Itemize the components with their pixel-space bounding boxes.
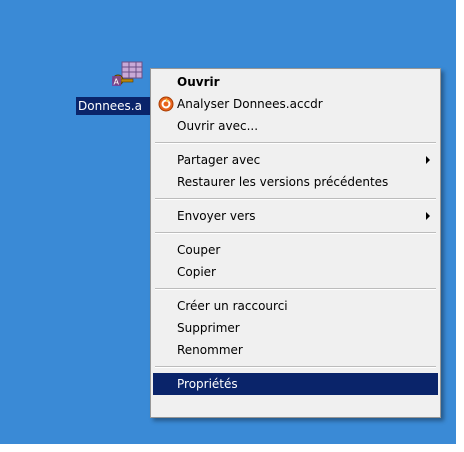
menu-item-label: Analyser Donnees.accdr: [177, 97, 323, 111]
menu-item-label: Créer un raccourci: [177, 299, 288, 313]
menu-item-label: Renommer: [177, 343, 243, 357]
menu-item-envoyer-vers[interactable]: Envoyer vers: [153, 205, 438, 227]
menu-separator: [155, 142, 436, 144]
menu-item-creer-un-raccourci[interactable]: Créer un raccourci: [153, 295, 438, 317]
menu-item-label: Couper: [177, 243, 221, 257]
menu-item-couper[interactable]: Couper: [153, 239, 438, 261]
menu-item-label: Propriétés: [177, 377, 238, 391]
menu-item-label: Envoyer vers: [177, 209, 256, 223]
menu-item-analyser-donnees-accdr[interactable]: Analyser Donnees.accdr: [153, 93, 438, 115]
menu-separator: [155, 232, 436, 234]
desktop: A Donnees.a Ouvrir Analyser Donnees.accdr…: [0, 0, 456, 444]
menu-separator: [155, 366, 436, 368]
menu-item-label: Partager avec: [177, 153, 261, 167]
menu-item-restaurer-les-versions-precedentes[interactable]: Restaurer les versions précédentes: [153, 171, 438, 193]
menu-item-label: Restaurer les versions précédentes: [177, 175, 389, 189]
menu-item-partager-avec[interactable]: Partager avec: [153, 149, 438, 171]
menu-item-label: Supprimer: [177, 321, 240, 335]
menu-separator: [155, 288, 436, 290]
menu-item-label: Copier: [177, 265, 216, 279]
svg-text:A: A: [114, 78, 120, 87]
file-name-label[interactable]: Donnees.a: [76, 97, 160, 115]
menu-item-supprimer[interactable]: Supprimer: [153, 317, 438, 339]
menu-separator: [155, 198, 436, 200]
menu-item-ouvrir-avec[interactable]: Ouvrir avec...: [153, 115, 438, 137]
menu-item-label: Ouvrir: [177, 75, 220, 89]
menu-item-label: Ouvrir avec...: [177, 119, 259, 133]
submenu-arrow-icon: [426, 156, 430, 164]
context-menu: Ouvrir Analyser Donnees.accdr Ouvrir avec.…: [150, 68, 441, 418]
menu-item-ouvrir[interactable]: Ouvrir: [153, 71, 438, 93]
antivirus-scan-icon: [158, 96, 174, 112]
access-database-file-icon[interactable]: A: [108, 60, 146, 90]
menu-item-copier[interactable]: Copier: [153, 261, 438, 283]
menu-item-proprietes[interactable]: Propriétés: [153, 373, 438, 395]
menu-item-renommer[interactable]: Renommer: [153, 339, 438, 361]
submenu-arrow-icon: [426, 212, 430, 220]
